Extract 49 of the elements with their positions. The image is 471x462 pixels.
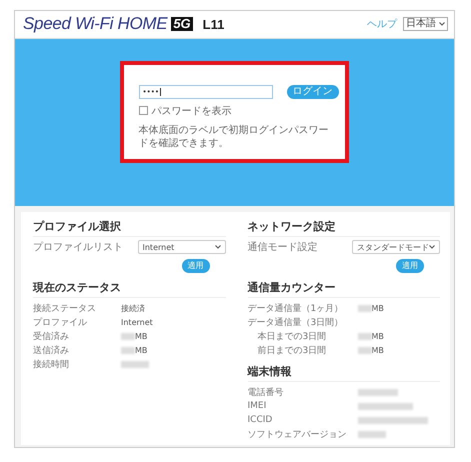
info-value: 接続済 (121, 302, 145, 314)
field-label: プロファイルリスト (33, 240, 123, 254)
info-label: 電話番号 (248, 386, 284, 398)
caret-icon (439, 22, 445, 26)
info-value: MB (372, 346, 384, 354)
logo-text: Speed Wi-Fi HOME (23, 14, 168, 34)
info-label: ICCID (248, 415, 274, 425)
blurred-value (121, 360, 149, 368)
select-dropdown[interactable]: スタンダードモード (352, 240, 440, 254)
section-title: ネットワーク設定 (248, 216, 440, 237)
checkbox-label: パスワードを表示 (152, 104, 232, 118)
section-title: プロファイル選択 (33, 216, 226, 237)
blurred-value (358, 332, 372, 340)
password-hint: 本体底面のラベルで初期ログインパスワードを確認できます。 (138, 124, 330, 150)
info-label: 前日までの3日間 (256, 344, 328, 356)
info-value: MB (372, 304, 384, 312)
info-label: 本日までの3日間 (256, 330, 328, 342)
info-label: ソフトウェアバージョン (248, 428, 348, 440)
model-name: L11 (202, 16, 224, 32)
caret-icon (429, 245, 435, 249)
info-label: データ通信量（3日間） (248, 316, 344, 328)
info-label: プロファイル (33, 316, 88, 328)
info-label: 接続時間 (33, 358, 70, 370)
blurred-value (358, 304, 372, 312)
blurred-value (358, 388, 398, 396)
info-label: 接続ステータス (33, 302, 97, 314)
info-label: 送信済み (33, 344, 70, 356)
language-dropdown[interactable]: 日本語 (403, 17, 448, 32)
blurred-value (121, 332, 135, 340)
blurred-value (358, 402, 412, 410)
info-value: Internet (121, 318, 153, 326)
section-title: 現在のステータス (33, 277, 226, 298)
info-value: MB (372, 332, 384, 340)
blurred-value (358, 346, 372, 354)
caret-icon (214, 245, 220, 249)
show-password-checkbox[interactable] (138, 106, 148, 116)
info-value: MB (135, 332, 148, 340)
section-title: 端末情報 (248, 361, 440, 382)
info-label: 受信済み (33, 330, 70, 342)
info-value: MB (135, 346, 148, 354)
logo-badge: 5G (171, 17, 193, 32)
field-label: 通信モード設定 (248, 240, 318, 254)
section-title: 通信量カウンター (248, 277, 440, 298)
info-label: データ通信量（1ヶ月） (248, 302, 344, 314)
blurred-value (121, 346, 135, 354)
blurred-value (358, 416, 428, 424)
select-dropdown[interactable]: Internet (138, 240, 226, 254)
blurred-value (358, 430, 386, 438)
info-label: IMEI (248, 401, 268, 411)
